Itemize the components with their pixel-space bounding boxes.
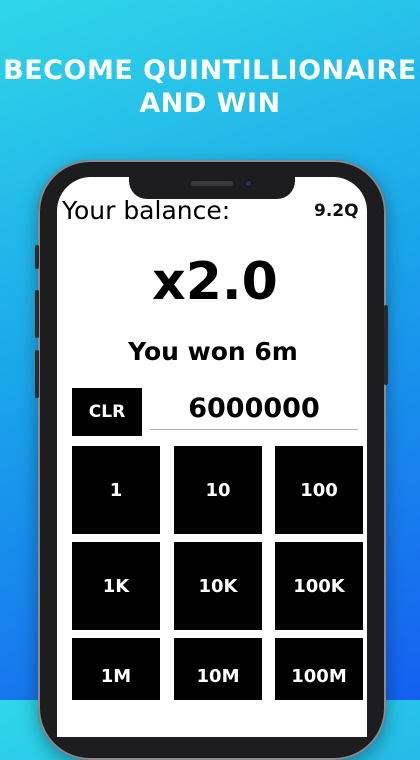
result-message: You won 6m: [128, 337, 298, 366]
keypad-key-100m[interactable]: 100M: [275, 638, 363, 700]
balance-label: Your balance:: [62, 196, 231, 225]
keypad-key-1m[interactable]: 1M: [72, 638, 160, 700]
headline-line-2: AND WIN: [139, 88, 281, 119]
bet-amount-field[interactable]: 6000000: [150, 388, 358, 430]
keypad-key-label: 100M: [291, 666, 347, 687]
keypad-key-label: 100: [300, 479, 338, 501]
keypad-key-label: 100K: [293, 575, 345, 597]
balance-value: 9.2Q: [314, 201, 359, 221]
keypad-key-10k[interactable]: 10K: [174, 542, 262, 630]
keypad-key-label: 10K: [198, 575, 238, 597]
clear-button[interactable]: CLR: [72, 388, 142, 436]
headline-line-1: BECOME QUINTILLIONAIRE: [3, 55, 417, 86]
keypad-key-1[interactable]: 1: [72, 446, 160, 534]
front-camera-icon: [244, 179, 253, 188]
keypad-key-label: 1: [109, 479, 123, 501]
keypad-key-label: 1M: [100, 666, 132, 687]
keypad-key-label: 10: [205, 479, 231, 501]
promo-headline: BECOME QUINTILLIONAIRE AND WIN: [0, 54, 420, 120]
keypad-key-label: 1K: [102, 575, 130, 597]
keypad-key-100[interactable]: 100: [275, 446, 363, 534]
keypad-key-label: 10M: [196, 666, 240, 687]
keypad-key-1k[interactable]: 1K: [72, 542, 160, 630]
multiplier-display: x2.0: [152, 252, 278, 312]
speaker-grille: [191, 181, 233, 186]
keypad-key-100k[interactable]: 100K: [275, 542, 363, 630]
keypad-key-10m[interactable]: 10M: [174, 638, 262, 700]
keypad-key-10[interactable]: 10: [174, 446, 262, 534]
